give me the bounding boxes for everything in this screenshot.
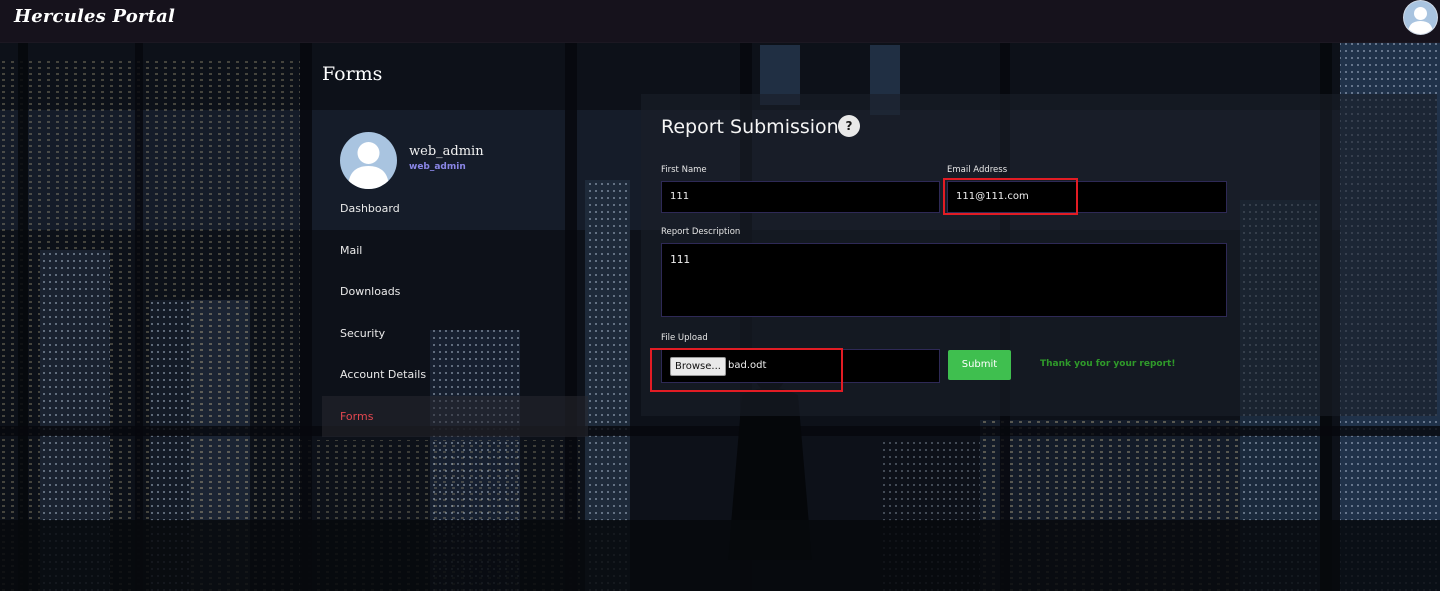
- file-upload-input[interactable]: Browse... bad.odt: [661, 349, 940, 383]
- first-name-input[interactable]: 111: [661, 181, 940, 213]
- email-label: Email Address: [947, 165, 1008, 175]
- first-name-value: 111: [670, 191, 690, 202]
- question-mark-icon[interactable]: ?: [838, 115, 860, 137]
- profile-name: web_admin: [409, 144, 484, 159]
- top-bar: Hercules Portal: [0, 0, 1440, 43]
- profile-avatar-icon: [340, 132, 397, 189]
- email-input[interactable]: 111@111.com: [947, 181, 1227, 213]
- description-value: 111: [670, 253, 690, 266]
- description-label: Report Description: [661, 227, 741, 237]
- sidebar-item-forms[interactable]: Forms: [322, 395, 588, 437]
- sidebar-item-mail[interactable]: Mail: [322, 230, 588, 272]
- sidebar-item-account-details[interactable]: Account Details: [322, 354, 588, 396]
- form-title: Report Submission: [661, 116, 839, 138]
- first-name-label: First Name: [661, 165, 707, 175]
- sidebar: web_admin web_admin Dashboard Mail Downl…: [322, 120, 588, 437]
- submit-button[interactable]: Submit: [948, 350, 1011, 380]
- browse-button[interactable]: Browse...: [670, 357, 726, 376]
- sidebar-item-downloads[interactable]: Downloads: [322, 271, 588, 313]
- profile-role: web_admin: [409, 162, 466, 172]
- selected-file-name: bad.odt: [728, 360, 767, 371]
- file-upload-label: File Upload: [661, 333, 708, 343]
- sidebar-nav: Dashboard Mail Downloads Security Accoun…: [322, 188, 588, 437]
- sidebar-item-dashboard[interactable]: Dashboard: [322, 188, 588, 230]
- email-value: 111@111.com: [956, 191, 1029, 202]
- description-textarea[interactable]: 111: [661, 243, 1227, 317]
- user-avatar-icon[interactable]: [1404, 1, 1437, 34]
- success-message: Thank you for your report!: [1040, 359, 1176, 369]
- app-title[interactable]: Hercules Portal: [14, 6, 175, 27]
- sidebar-item-security[interactable]: Security: [322, 313, 588, 355]
- page-title: Forms: [322, 63, 383, 85]
